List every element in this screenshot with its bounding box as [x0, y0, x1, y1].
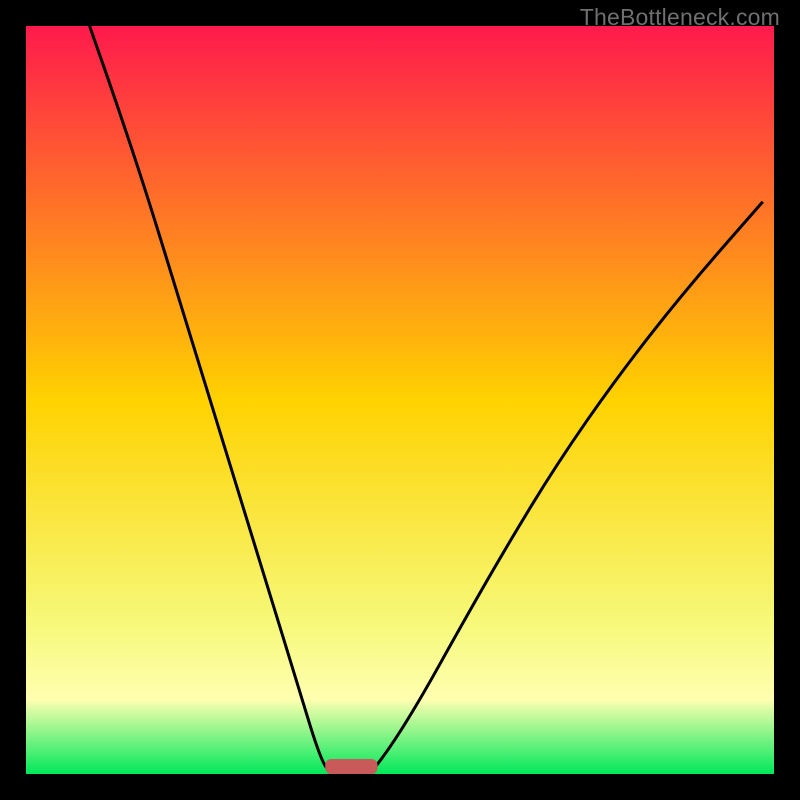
- bottleneck-chart: [26, 26, 774, 774]
- gradient-background: [26, 26, 774, 774]
- optimal-marker: [325, 759, 377, 774]
